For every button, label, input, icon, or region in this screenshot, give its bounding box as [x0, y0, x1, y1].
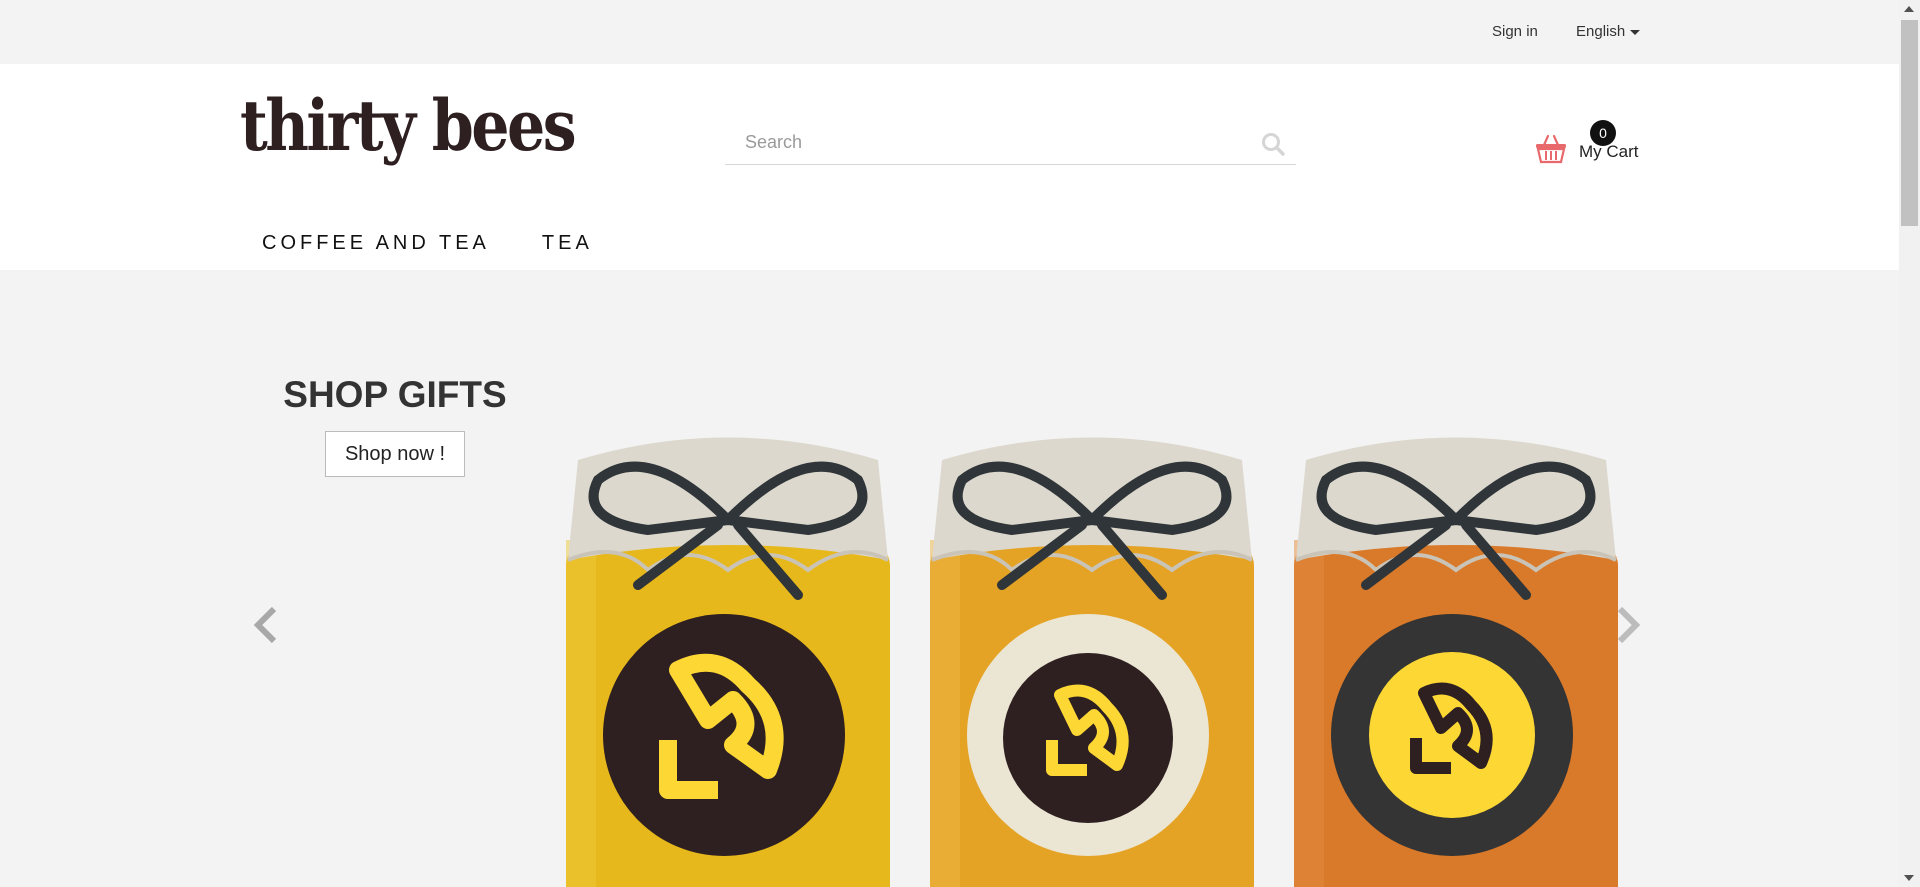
- cart-label: My Cart: [1579, 142, 1639, 161]
- scroll-down-arrow-icon[interactable]: [1904, 875, 1914, 881]
- search-input[interactable]: [725, 121, 1296, 164]
- shop-now-button[interactable]: Shop now !: [325, 431, 465, 477]
- caret-down-icon: [1630, 30, 1641, 35]
- search-icon[interactable]: [1260, 131, 1286, 157]
- main-menu: COFFEE AND TEA TEA: [262, 232, 593, 255]
- cart-button[interactable]: 0 My Cart: [1535, 120, 1647, 170]
- language-label: English: [1576, 23, 1626, 40]
- honey-jar-image: [566, 437, 890, 887]
- svg-text:thirty bees: thirty bees: [240, 84, 574, 167]
- honey-jar-image: [930, 437, 1254, 887]
- basket-icon: [1536, 134, 1566, 164]
- top-bar: Sign in English: [0, 0, 1899, 64]
- honey-jar-image: [1294, 437, 1618, 887]
- language-selector[interactable]: English: [1576, 23, 1641, 40]
- menu-item-coffee-and-tea[interactable]: COFFEE AND TEA: [262, 232, 490, 255]
- menu-item-tea[interactable]: TEA: [542, 232, 593, 255]
- site-logo[interactable]: thirty bees: [238, 82, 578, 178]
- page-scrollbar[interactable]: [1899, 0, 1920, 887]
- hero-slider: SHOP GIFTS Shop now !: [0, 270, 1899, 887]
- scroll-up-arrow-icon[interactable]: [1904, 6, 1914, 12]
- sign-in-link[interactable]: Sign in: [1492, 23, 1538, 40]
- site-header: thirty bees 0 My Cart COFFEE AND TEA TEA: [0, 64, 1899, 270]
- search-bar: [725, 121, 1296, 165]
- chevron-left-icon[interactable]: [252, 605, 282, 645]
- hero-title: SHOP GIFTS: [283, 374, 507, 415]
- scroll-thumb[interactable]: [1901, 20, 1918, 226]
